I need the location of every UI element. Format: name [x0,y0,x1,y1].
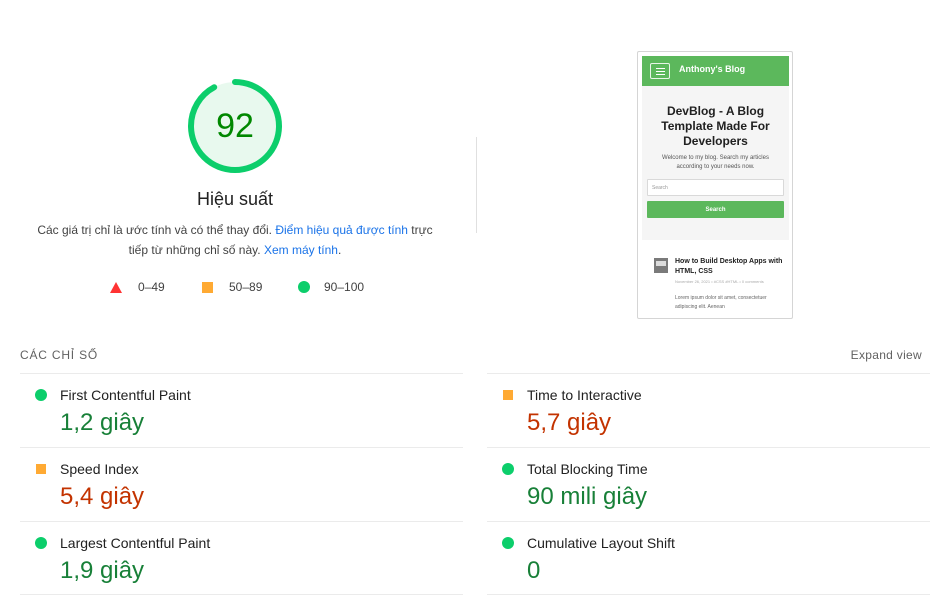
metric-speed-index: Speed Index 5,4 giây [20,447,463,521]
screenshot-title: DevBlog - A Blog Template Made For Devel… [661,104,770,148]
average-square-icon [503,390,513,400]
search-placeholder: Search [652,185,668,191]
hamburger-menu-icon [650,63,670,79]
performance-score-gauge: 92 [186,77,284,175]
metric-value: 0 [527,557,541,584]
screenshot-post-meta: November 26, 2021 • #CSS #HTML • 0 comme… [675,279,764,284]
calculator-link[interactable]: Xem máy tính [264,243,338,257]
pass-circle-icon [502,463,514,475]
screenshot-post-excerpt: Lorem ipsum dolor sit amet, consectetuer… [675,295,767,310]
triangle-icon [110,281,122,293]
metric-label: Total Blocking Time [527,461,648,477]
metric-label: Cumulative Layout Shift [527,535,675,551]
metric-total-blocking-time: Total Blocking Time 90 mili giây [487,447,930,521]
circle-icon [298,281,310,293]
metrics-section-title: CÁC CHỈ SỐ [20,348,99,362]
score-calculation-link[interactable]: Điểm hiệu quả được tính [275,223,408,237]
metric-value: 5,7 giây [527,409,612,436]
legend-average: 50–89 [202,280,262,294]
category-title: Hiệu suất [196,189,274,209]
metric-value: 5,4 giây [60,483,145,510]
legend-pass: 90–100 [298,280,364,294]
metric-label: Time to Interactive [527,387,642,403]
metric-largest-contentful-paint: Largest Contentful Paint 1,9 giây [20,521,463,595]
screenshot-search-input: Search [647,179,784,196]
screenshot-post-title: How to Build Desktop Apps with HTML, CSS [675,258,783,275]
square-icon [202,281,213,293]
screenshot-brand: Anthony's Blog [679,64,746,74]
legend-fail: 0–49 [110,280,165,294]
page-screenshot-thumbnail[interactable]: Anthony's Blog DevBlog - A Blog Template… [637,51,793,319]
description-text: . [337,243,342,257]
score-description: Các giá trị chỉ là ước tính và có thể th… [30,220,440,260]
pass-circle-icon [35,389,47,401]
average-square-icon [36,464,46,474]
post-thumbnail-icon [654,258,668,273]
metric-value: 90 mili giây [527,483,648,510]
pass-circle-icon [502,537,514,549]
legend-fail-label: 0–49 [138,280,165,294]
metric-cumulative-layout-shift: Cumulative Layout Shift 0 [487,521,930,595]
metric-label: First Contentful Paint [60,387,191,403]
metric-label: Speed Index [60,461,139,477]
metric-time-to-interactive: Time to Interactive 5,7 giây [487,373,930,447]
metric-value: 1,2 giây [60,409,145,436]
metric-first-contentful-paint: First Contentful Paint 1,2 giây [20,373,463,447]
legend-average-label: 50–89 [229,280,263,294]
metric-value: 1,9 giây [60,557,145,584]
legend-pass-label: 90–100 [324,280,365,294]
screenshot-subtitle: Welcome to my blog. Search my articles a… [662,155,769,170]
score-value: 92 [216,106,254,145]
screenshot-search-button: Search [647,201,784,218]
vertical-divider [476,137,477,233]
metric-label: Largest Contentful Paint [60,535,211,551]
screenshot-navbar: Anthony's Blog [642,56,789,86]
screenshot-hero: DevBlog - A Blog Template Made For Devel… [642,86,789,240]
expand-view-toggle[interactable]: Expand view [851,348,922,362]
pass-circle-icon [35,537,47,549]
description-text: Các giá trị chỉ là ước tính và có thể th… [37,223,276,237]
